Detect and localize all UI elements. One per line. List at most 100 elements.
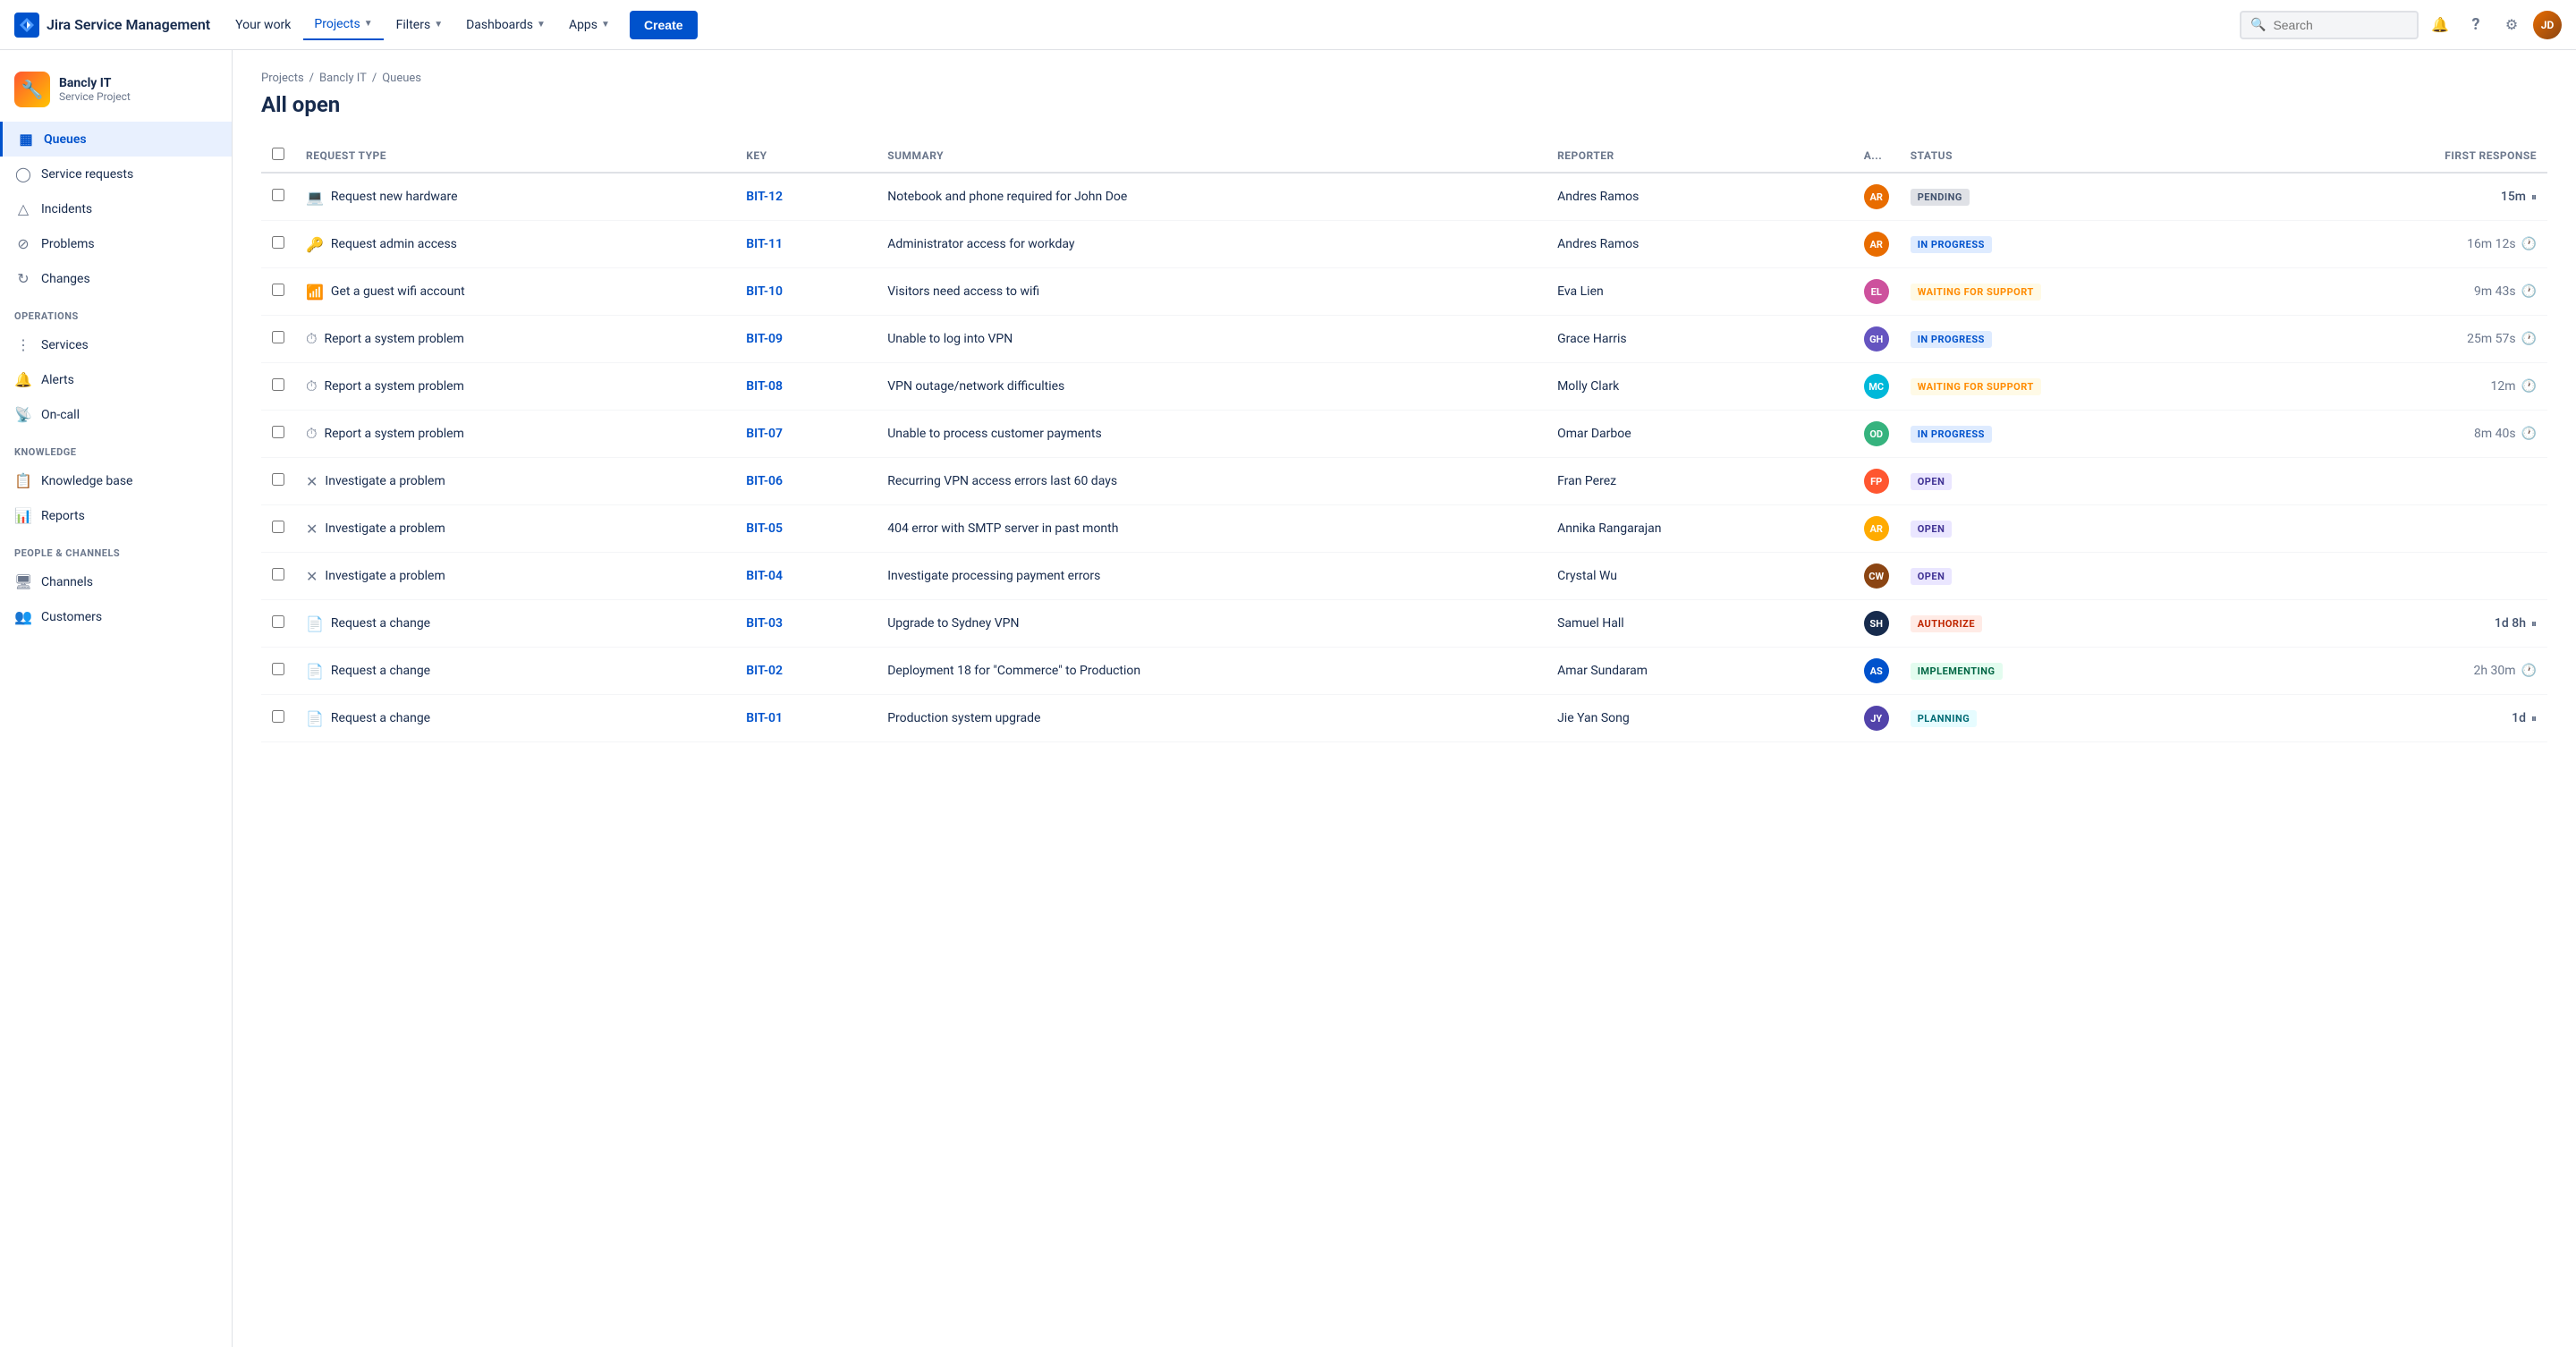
- select-all-checkbox[interactable]: [272, 148, 284, 160]
- row-checkbox[interactable]: [272, 189, 284, 201]
- sidebar-item-alerts[interactable]: 🔔 Alerts: [0, 362, 232, 397]
- user-avatar[interactable]: JD: [2533, 11, 2562, 39]
- create-button[interactable]: Create: [630, 11, 698, 39]
- row-checkbox-cell: [261, 505, 295, 553]
- first-response-time: 12m: [2491, 379, 2516, 394]
- issue-key-link[interactable]: BIT-04: [746, 569, 783, 583]
- cell-key[interactable]: BIT-01: [735, 695, 877, 742]
- services-icon: ⋮: [14, 336, 32, 353]
- issue-key-link[interactable]: BIT-01: [746, 711, 783, 725]
- search-input[interactable]: [2273, 18, 2398, 32]
- topnav: Jira Service Management Your work Projec…: [0, 0, 2576, 50]
- issue-key-link[interactable]: BIT-08: [746, 379, 783, 394]
- issue-key-link[interactable]: BIT-09: [746, 332, 783, 346]
- app-logo[interactable]: Jira Service Management: [14, 13, 210, 38]
- assignee-avatar: AR: [1864, 516, 1889, 541]
- issue-key-link[interactable]: BIT-07: [746, 427, 783, 441]
- table-row[interactable]: ✕Investigate a problemBIT-04Investigate …: [261, 553, 2547, 600]
- row-checkbox[interactable]: [272, 663, 284, 675]
- issue-key-link[interactable]: BIT-02: [746, 664, 783, 678]
- cell-key[interactable]: BIT-09: [735, 316, 877, 363]
- help-button[interactable]: ?: [2462, 11, 2490, 39]
- sidebar-item-customers[interactable]: 👥 Customers: [0, 599, 232, 634]
- sidebar-item-on-call[interactable]: 📡 On-call: [0, 397, 232, 432]
- cell-reporter: Crystal Wu: [1546, 553, 1853, 600]
- sidebar-item-service-requests[interactable]: ◯ Service requests: [0, 157, 232, 191]
- cell-key[interactable]: BIT-10: [735, 268, 877, 316]
- row-checkbox[interactable]: [272, 710, 284, 723]
- cell-first-response: 2h 30m🕐: [2271, 648, 2547, 695]
- cell-key[interactable]: BIT-04: [735, 553, 877, 600]
- status-badge: IN PROGRESS: [1911, 331, 1992, 348]
- notifications-button[interactable]: 🔔: [2426, 11, 2454, 39]
- knowledge-section-label: KNOWLEDGE: [0, 432, 232, 463]
- breadcrumb-bancly-it[interactable]: Bancly IT: [319, 72, 367, 85]
- row-checkbox-cell: [261, 316, 295, 363]
- projects-chevron: ▼: [364, 19, 373, 29]
- sidebar-item-incidents[interactable]: △ Incidents: [0, 191, 232, 226]
- table-row[interactable]: ⏱Report a system problemBIT-07Unable to …: [261, 411, 2547, 458]
- nav-filters[interactable]: Filters ▼: [386, 11, 453, 39]
- table-row[interactable]: ⏱Report a system problemBIT-08VPN outage…: [261, 363, 2547, 411]
- cell-key[interactable]: BIT-12: [735, 173, 877, 221]
- page-title: All open: [261, 92, 2547, 117]
- issue-key-link[interactable]: BIT-06: [746, 474, 783, 488]
- cell-key[interactable]: BIT-02: [735, 648, 877, 695]
- issue-key-link[interactable]: BIT-11: [746, 237, 783, 251]
- row-checkbox[interactable]: [272, 426, 284, 438]
- nav-apps[interactable]: Apps ▼: [558, 11, 621, 39]
- issue-key-link[interactable]: BIT-10: [746, 284, 783, 299]
- select-all-header[interactable]: [261, 139, 295, 173]
- cell-key[interactable]: BIT-11: [735, 221, 877, 268]
- table-row[interactable]: 📄Request a changeBIT-02Deployment 18 for…: [261, 648, 2547, 695]
- reports-icon: 📊: [14, 507, 32, 524]
- issue-key-link[interactable]: BIT-12: [746, 190, 783, 204]
- row-checkbox[interactable]: [272, 473, 284, 486]
- status-badge: OPEN: [1911, 568, 1953, 585]
- sidebar-item-changes[interactable]: ↻ Changes: [0, 261, 232, 296]
- sidebar-item-queues[interactable]: ▦ Queues: [0, 122, 232, 157]
- table-row[interactable]: 📄Request a changeBIT-01Production system…: [261, 695, 2547, 742]
- table-row[interactable]: ✕Investigate a problemBIT-05404 error wi…: [261, 505, 2547, 553]
- cell-key[interactable]: BIT-03: [735, 600, 877, 648]
- issue-key-link[interactable]: BIT-05: [746, 521, 783, 536]
- nav-projects[interactable]: Projects ▼: [303, 10, 383, 40]
- search-icon: 🔍: [2250, 18, 2266, 32]
- issue-key-link[interactable]: BIT-03: [746, 616, 783, 631]
- table-row[interactable]: ⏱Report a system problemBIT-09Unable to …: [261, 316, 2547, 363]
- breadcrumb-queues[interactable]: Queues: [382, 72, 421, 85]
- row-checkbox[interactable]: [272, 236, 284, 249]
- cell-assignee: FP: [1853, 458, 1900, 505]
- row-checkbox[interactable]: [272, 284, 284, 296]
- table-row[interactable]: 🔑Request admin accessBIT-11Administrator…: [261, 221, 2547, 268]
- row-checkbox[interactable]: [272, 378, 284, 391]
- cell-reporter: Andres Ramos: [1546, 221, 1853, 268]
- row-checkbox[interactable]: [272, 521, 284, 533]
- cell-key[interactable]: BIT-07: [735, 411, 877, 458]
- row-checkbox[interactable]: [272, 615, 284, 628]
- assignee-avatar: FP: [1864, 469, 1889, 494]
- nav-your-work[interactable]: Your work: [225, 11, 301, 39]
- search-box[interactable]: 🔍: [2240, 11, 2419, 39]
- settings-button[interactable]: ⚙: [2497, 11, 2526, 39]
- breadcrumb-projects[interactable]: Projects: [261, 72, 304, 85]
- sidebar-item-problems[interactable]: ⊘ Problems: [0, 226, 232, 261]
- sidebar-item-services[interactable]: ⋮ Services: [0, 327, 232, 362]
- row-checkbox[interactable]: [272, 331, 284, 343]
- alerts-label: Alerts: [41, 373, 74, 387]
- table-row[interactable]: 📶Get a guest wifi accountBIT-10Visitors …: [261, 268, 2547, 316]
- nav-dashboards[interactable]: Dashboards ▼: [455, 11, 556, 39]
- cell-key[interactable]: BIT-08: [735, 363, 877, 411]
- row-checkbox[interactable]: [272, 568, 284, 580]
- cell-key[interactable]: BIT-05: [735, 505, 877, 553]
- sidebar-item-reports[interactable]: 📊 Reports: [0, 498, 232, 533]
- table-row[interactable]: 📄Request a changeBIT-03Upgrade to Sydney…: [261, 600, 2547, 648]
- cell-reporter: Molly Clark: [1546, 363, 1853, 411]
- sidebar-item-knowledge-base[interactable]: 📋 Knowledge base: [0, 463, 232, 498]
- breadcrumb: Projects / Bancly IT / Queues: [261, 72, 2547, 85]
- sidebar-item-channels[interactable]: 🖥 Channels: [0, 564, 232, 599]
- table-row[interactable]: 💻Request new hardwareBIT-12Notebook and …: [261, 173, 2547, 221]
- cell-key[interactable]: BIT-06: [735, 458, 877, 505]
- cell-first-response: [2271, 458, 2547, 505]
- table-row[interactable]: ✕Investigate a problemBIT-06Recurring VP…: [261, 458, 2547, 505]
